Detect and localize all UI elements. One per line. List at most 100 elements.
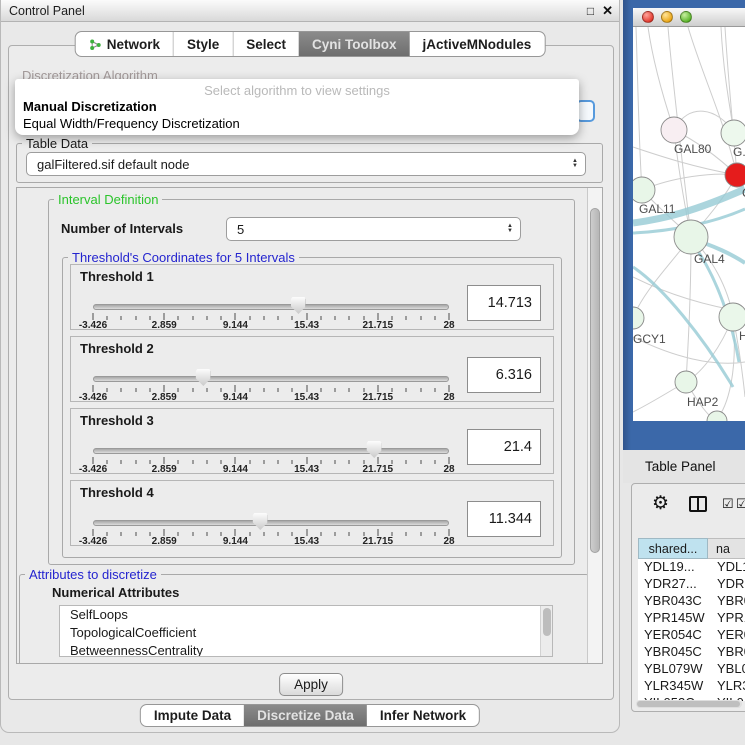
cell-name[interactable]: YBR0 (708, 593, 745, 610)
slider-track[interactable] (93, 376, 449, 382)
network-node-h[interactable] (719, 303, 745, 331)
threshold-value-box[interactable]: 11.344 (467, 501, 541, 537)
mac-minimize-icon[interactable] (661, 11, 673, 23)
slider-track[interactable] (93, 520, 449, 526)
tick-mark (449, 529, 450, 536)
table-row[interactable]: YDR27...YDR2 (638, 576, 745, 593)
cell-name[interactable]: YBR0 (708, 644, 745, 661)
cell-name[interactable]: YER0 (708, 627, 745, 644)
threshold-slider[interactable] (93, 519, 449, 529)
close-icon[interactable]: ✕ (602, 3, 613, 19)
tab-discretize-data[interactable]: Discretize Data (244, 705, 367, 726)
table-row[interactable]: YBR043CYBR0 (638, 593, 745, 610)
attribute-item[interactable]: BetweennessCentrality (60, 642, 552, 657)
scrollbar-thumb[interactable] (590, 208, 600, 553)
threshold-value-box[interactable]: 21.4 (467, 429, 541, 465)
table-panel-toolbar: ⚙ ☑ ☑ (632, 490, 745, 520)
threshold-panel: Threshold 2 -3.4262.8599.14415.4321.7152… (70, 336, 554, 402)
table-panel-titlebar[interactable]: Table Panel (623, 450, 745, 483)
control-panel-titlebar[interactable]: Control Panel □ ✕ (1, 0, 619, 22)
cell-shared-name[interactable]: YBR043C (638, 593, 708, 610)
tab-infer-network[interactable]: Infer Network (367, 705, 479, 726)
mac-zoom-icon[interactable] (680, 11, 692, 23)
attributes-list-scrollbar[interactable] (540, 606, 552, 656)
tab-style-label: Style (187, 37, 219, 52)
table-row[interactable]: YBR045CYBR0 (638, 644, 745, 661)
numerical-attributes-list[interactable]: SelfLoopsTopologicalCoefficientBetweenne… (59, 605, 553, 657)
cell-shared-name[interactable]: YBL079W (638, 661, 708, 678)
slider-track[interactable] (93, 448, 449, 454)
cell-shared-name[interactable]: YDR27... (638, 576, 708, 593)
number-of-intervals-value: 5 (237, 222, 244, 237)
network-node-g[interactable] (721, 120, 745, 146)
table-row[interactable]: YER054CYER0 (638, 627, 745, 644)
column-header-name[interactable]: na (708, 538, 745, 559)
table-row[interactable]: YPR145WYPR1 (638, 610, 745, 627)
network-node-gcy1[interactable] (633, 307, 644, 329)
tab-network[interactable]: Network (76, 32, 173, 56)
cell-shared-name[interactable]: YER054C (638, 627, 708, 644)
algorithm-option-equal-width-frequency[interactable]: Equal Width/Frequency Discretization (23, 116, 240, 131)
checkbox-icon[interactable]: ☑ (736, 497, 745, 510)
network-window-titlebar[interactable] (633, 8, 745, 27)
application-root: Control Panel □ ✕ Network (0, 0, 745, 745)
node-label: GAL4 (694, 252, 725, 266)
table-row[interactable]: YDL19...YDL1 (638, 559, 745, 576)
slider-thumb[interactable] (291, 297, 306, 314)
apply-button[interactable]: Apply (279, 673, 343, 696)
scrollbar-thumb[interactable] (543, 608, 551, 636)
float-window-icon[interactable]: □ (587, 4, 594, 18)
network-node-hap2[interactable] (675, 371, 697, 393)
network-canvas[interactable]: GAL80G.CGAL11GAL4GCY1HHAP2 (633, 27, 745, 421)
tab-select[interactable]: Select (232, 32, 299, 56)
gear-icon[interactable]: ⚙ (652, 492, 669, 515)
scrollbar-thumb[interactable] (637, 701, 740, 707)
cell-name[interactable]: YBL0 (708, 661, 745, 678)
threshold-slider[interactable] (93, 303, 449, 313)
network-node-gal4[interactable] (674, 220, 708, 254)
slider-thumb[interactable] (196, 369, 211, 386)
tab-jactivemnodules-label: jActiveMNodules (423, 37, 532, 52)
cell-name[interactable]: YDL1 (708, 559, 745, 576)
tab-cyni-toolbox[interactable]: Cyni Toolbox (299, 32, 410, 56)
settings-vertical-scrollbar[interactable] (587, 188, 602, 663)
table-horizontal-scrollbar[interactable] (636, 700, 742, 708)
tab-jactivemnodules[interactable]: jActiveMNodules (410, 32, 545, 56)
tab-impute-data[interactable]: Impute Data (141, 705, 244, 726)
split-columns-icon[interactable] (689, 496, 707, 512)
network-node-c[interactable] (725, 163, 745, 187)
column-header-shared-name[interactable]: shared... (638, 538, 708, 559)
threshold-value-box[interactable]: 14.713 (467, 285, 541, 321)
network-view-window[interactable]: GAL80G.CGAL11GAL4GCY1HHAP2 (633, 8, 745, 421)
attribute-item[interactable]: SelfLoops (60, 606, 552, 624)
mac-close-icon[interactable] (642, 11, 654, 23)
checkbox-icon[interactable]: ☑ (722, 497, 734, 510)
tick-label: 15.43 (294, 320, 319, 331)
cell-name[interactable]: YPR1 (708, 610, 745, 627)
threshold-value-box[interactable]: 6.316 (467, 357, 541, 393)
cell-name[interactable]: YDR2 (708, 576, 745, 593)
network-node[interactable] (707, 411, 727, 421)
cell-shared-name[interactable]: YDL19... (638, 559, 708, 576)
threshold-slider[interactable] (93, 447, 449, 457)
network-node-gal11[interactable] (633, 177, 655, 203)
cell-shared-name[interactable]: YPR145W (638, 610, 708, 627)
attribute-item[interactable]: TopologicalCoefficient (60, 624, 552, 642)
network-node-gal80[interactable] (661, 117, 687, 143)
slider-thumb[interactable] (253, 513, 268, 530)
threshold-title: Threshold 4 (80, 485, 154, 500)
table-data-combo[interactable]: galFiltered.sif default node ▲▼ (26, 152, 586, 176)
slider-thumb[interactable] (367, 441, 382, 458)
cell-shared-name[interactable]: YLR345W (638, 678, 708, 695)
slider-track[interactable] (93, 304, 449, 310)
node-label: HAP2 (687, 395, 719, 409)
table-row[interactable]: YLR345WYLR3 (638, 678, 745, 695)
network-edge (636, 27, 642, 190)
threshold-slider[interactable] (93, 375, 449, 385)
table-row[interactable]: YBL079WYBL0 (638, 661, 745, 678)
algorithm-option-manual-discretization[interactable]: Manual Discretization (23, 99, 157, 114)
cell-shared-name[interactable]: YBR045C (638, 644, 708, 661)
cell-name[interactable]: YLR3 (708, 678, 745, 695)
number-of-intervals-combo[interactable]: 5 ▲▼ (226, 217, 521, 241)
tab-style[interactable]: Style (173, 32, 232, 56)
